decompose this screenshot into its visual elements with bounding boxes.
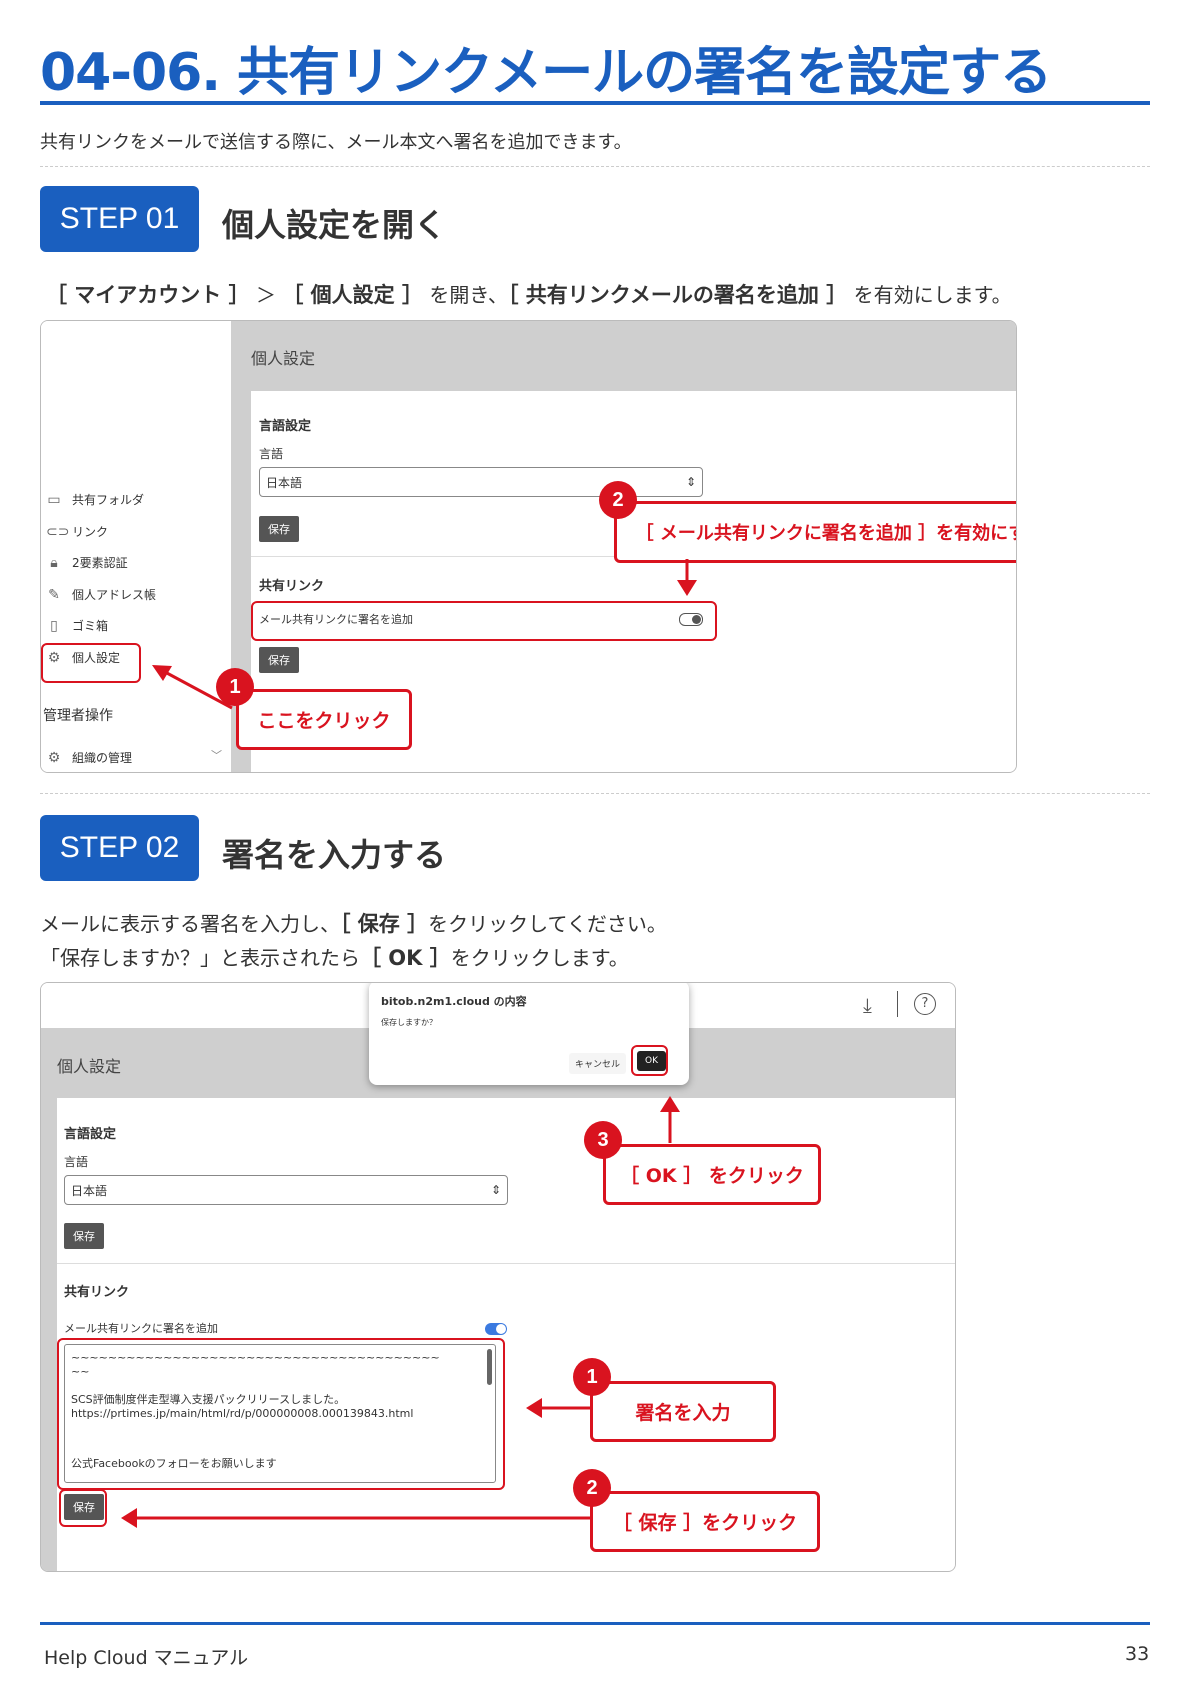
arrowhead-save: [121, 1508, 137, 1528]
step2-arrows: [121, 1096, 680, 1528]
page-number: 33: [1125, 1643, 1150, 1665]
footer-title: Help Cloud マニュアル: [44, 1647, 249, 1669]
arrowhead-ok: [660, 1096, 680, 1112]
arrowhead-signature: [526, 1398, 542, 1418]
footer-rule: [40, 1622, 1150, 1625]
